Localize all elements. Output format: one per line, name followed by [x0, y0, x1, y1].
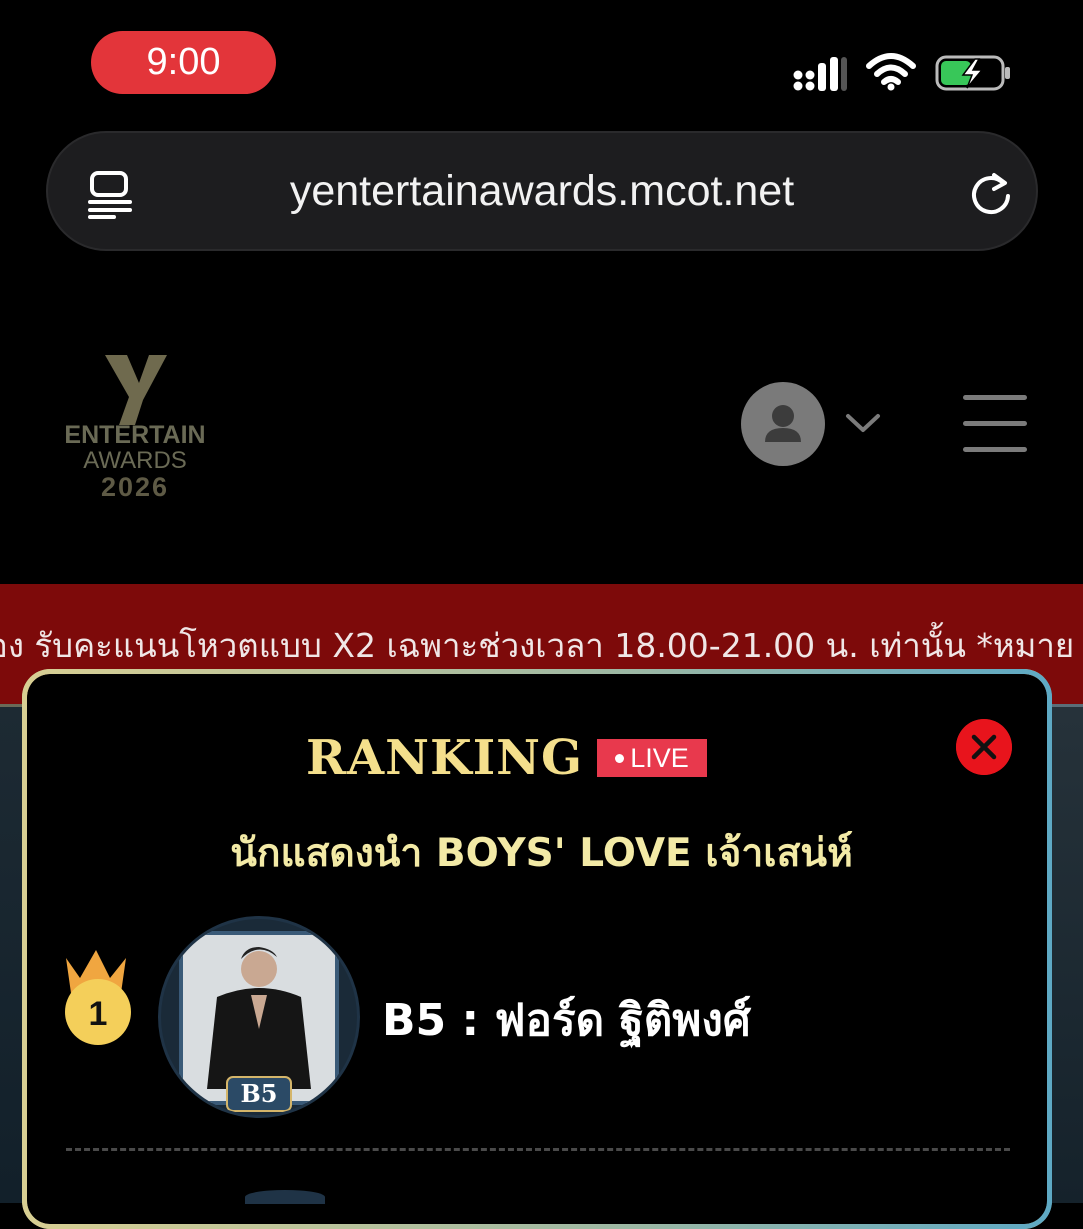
url-text[interactable]: yentertainawards.mcot.net	[48, 133, 1036, 249]
hamburger-menu-icon[interactable]	[963, 395, 1027, 453]
user-icon	[765, 405, 801, 442]
live-dot-icon	[615, 753, 625, 763]
marquee-text: อง รับคะแนนโหวตแบบ X2 เฉพาะช่วงเวลา 18.0…	[0, 626, 1075, 665]
status-time: 9:00	[91, 31, 276, 94]
cellular-signal-icon	[793, 57, 847, 91]
rank-crown-badge-icon: 1	[65, 950, 131, 1045]
address-bar[interactable]: yentertainawards.mcot.net	[46, 131, 1038, 251]
row-divider	[66, 1148, 1010, 1151]
chevron-down-icon[interactable]	[843, 408, 883, 438]
category-title: นักแสดงนำ BOYS' LOVE เจ้าเสน่ห์	[230, 831, 853, 876]
logo-text-awards: AWARDS	[83, 447, 187, 474]
rank-number: 1	[89, 995, 108, 1033]
next-nominee-photo-peek	[245, 1190, 325, 1204]
nominee-name: B5 : ฟอร์ด ฐิติพงศ์	[382, 995, 751, 1046]
battery-charging-icon	[935, 55, 1010, 91]
background-card-right	[1052, 704, 1083, 1203]
close-button[interactable]	[956, 719, 1012, 775]
reload-icon[interactable]	[966, 169, 1016, 219]
site-logo[interactable]: ENTERTAIN AWARDS 2026	[60, 355, 210, 505]
logo-text-year: 2026	[100, 472, 170, 502]
logo-y-mark-icon	[105, 355, 167, 425]
status-bar: 9:00	[0, 0, 1083, 120]
ranking-title: RANKING	[306, 730, 584, 786]
live-label: LIVE	[630, 742, 689, 773]
background-card-left	[0, 704, 24, 1203]
nominee-photo: B5	[158, 916, 360, 1118]
nominee-code: B5	[241, 1079, 278, 1108]
wifi-icon	[866, 53, 916, 91]
ranking-row[interactable]: 1 B5 B5 : ฟอร์ด ฐิติพงศ์	[60, 905, 1010, 1118]
logo-text-entertain: ENTERTAIN	[64, 421, 206, 449]
nominee-photo-illustration: B5	[179, 931, 339, 1112]
user-avatar[interactable]	[741, 382, 825, 466]
live-badge: LIVE	[597, 739, 707, 777]
